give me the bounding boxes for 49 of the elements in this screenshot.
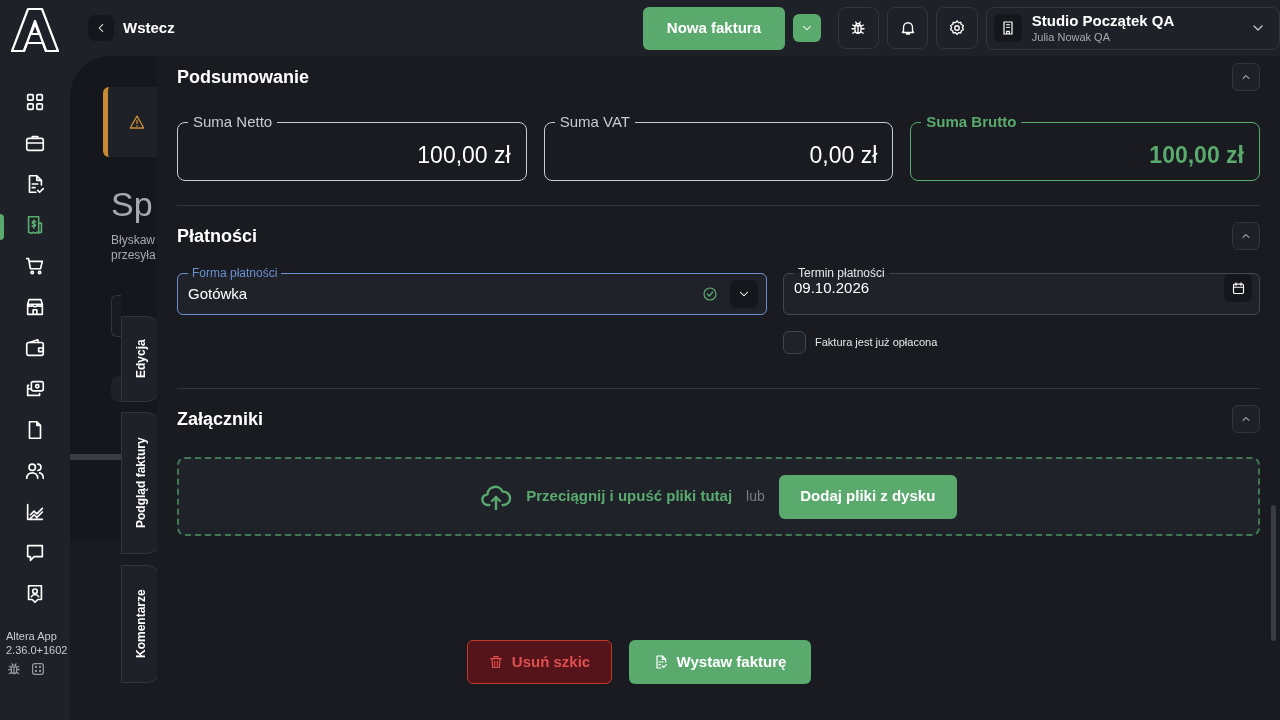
drop-zone[interactable]: Przeciągnij i upuść pliki tutaj lub Dodaj pliki z dysku: [177, 457, 1260, 536]
field-label: Suma VAT: [559, 113, 630, 130]
bug-icon: [849, 19, 868, 37]
field-label: Suma Netto: [193, 113, 273, 130]
grid-icon: [24, 91, 46, 113]
page-heading: Sp: [111, 184, 153, 224]
back-button[interactable]: Wstecz: [88, 15, 175, 41]
check-circle-icon: [702, 286, 718, 302]
warning-icon: [128, 113, 146, 131]
bug-report-button[interactable]: [837, 7, 880, 49]
search-field[interactable]: [111, 295, 121, 337]
delete-draft-button[interactable]: Usuń szkic: [466, 640, 612, 684]
section-title: Załączniki: [177, 407, 264, 431]
cart-icon: [24, 255, 46, 277]
field-label: Forma płatności: [192, 266, 278, 280]
drop-hint: Przeciągnij i upuść pliki tutaj: [526, 486, 733, 507]
field-value: 09.10.2026: [794, 278, 870, 298]
field-value: 0,00 zł: [809, 140, 879, 170]
field-value: 100,00 zł: [417, 140, 512, 170]
field-value: Gotówka: [188, 283, 249, 304]
notifications-button[interactable]: [887, 7, 929, 49]
logo-icon[interactable]: [11, 7, 59, 53]
store-icon: [24, 296, 46, 318]
bug-icon[interactable]: [6, 661, 22, 677]
settings-button[interactable]: [936, 7, 978, 49]
dice-icon[interactable]: [30, 661, 46, 677]
version-text: 2.36.0+1602: [6, 643, 68, 657]
toggle-button[interactable]: [111, 376, 121, 402]
checkbox[interactable]: [783, 331, 806, 354]
users-icon: [24, 460, 46, 482]
section-title: Podsumowanie: [177, 65, 310, 89]
version-text: Altera App: [6, 629, 58, 643]
field-label: Suma Brutto: [926, 113, 1017, 130]
checkbox-label: Faktura jest już opłacona: [815, 335, 938, 351]
settings-icon: [948, 19, 967, 37]
or-text: lub: [746, 487, 765, 506]
page-description-line: Błyskaw: [111, 233, 156, 248]
section-title: Płatności: [177, 224, 258, 248]
dropdown-button[interactable]: [793, 14, 821, 42]
calendar-icon: [1230, 280, 1246, 296]
field-value: 100,00 zł: [1149, 140, 1245, 170]
wallet-icon: [24, 337, 46, 359]
line-chart-icon: [24, 501, 46, 523]
chat-icon: [24, 542, 46, 564]
trash-icon: [487, 654, 504, 670]
organization-selector[interactable]: Studio Początek QA Julia Nowak QA: [985, 6, 1280, 50]
page-description-line: przesyła: [111, 248, 156, 263]
calendar-button[interactable]: [1224, 274, 1252, 302]
field-label: Termin płatności: [798, 266, 885, 280]
